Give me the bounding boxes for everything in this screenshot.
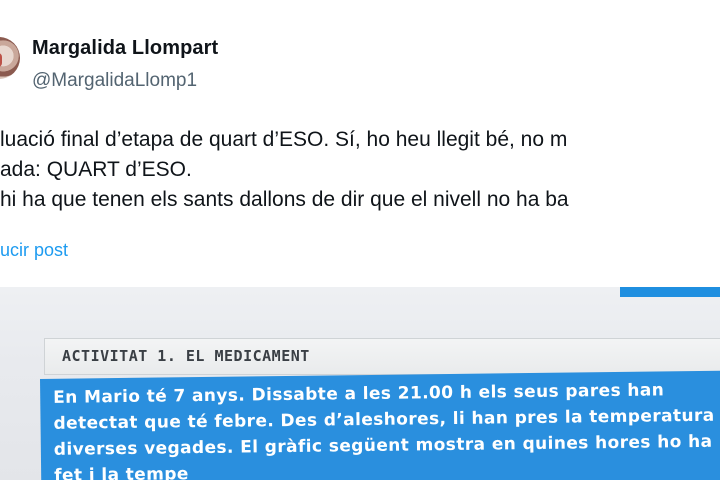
tweet-text-line: ada: QUART d’ESO. [0, 158, 192, 181]
translate-post-link[interactable]: ucir post [0, 240, 68, 261]
author-display-name[interactable]: Margalida Llompart [32, 37, 218, 60]
author-handle[interactable]: @MargalidaLlomp1 [32, 70, 197, 92]
tweet-text-line: hi ha que tenen els sants dallons de dir… [0, 188, 569, 211]
problem-statement: En Mario té 7 anys. Dissabte a les 21.00… [53, 377, 715, 480]
attached-photo[interactable]: ACTIVITAT 1. EL MEDICAMENT En Mario té 7… [0, 287, 720, 480]
activity-header-box: ACTIVITAT 1. EL MEDICAMENT [44, 338, 720, 375]
tweet-text: luació final d’etapa de quart d’ESO. Sí,… [0, 125, 569, 215]
tweet-text-line: luació final d’etapa de quart d’ESO. Sí,… [0, 128, 568, 151]
activity-title: ACTIVITAT 1. EL MEDICAMENT [62, 347, 310, 365]
problem-statement-box: En Mario té 7 anys. Dissabte a les 21.00… [40, 370, 720, 480]
avatar[interactable] [0, 37, 20, 79]
photo-blue-stripe [620, 287, 720, 297]
